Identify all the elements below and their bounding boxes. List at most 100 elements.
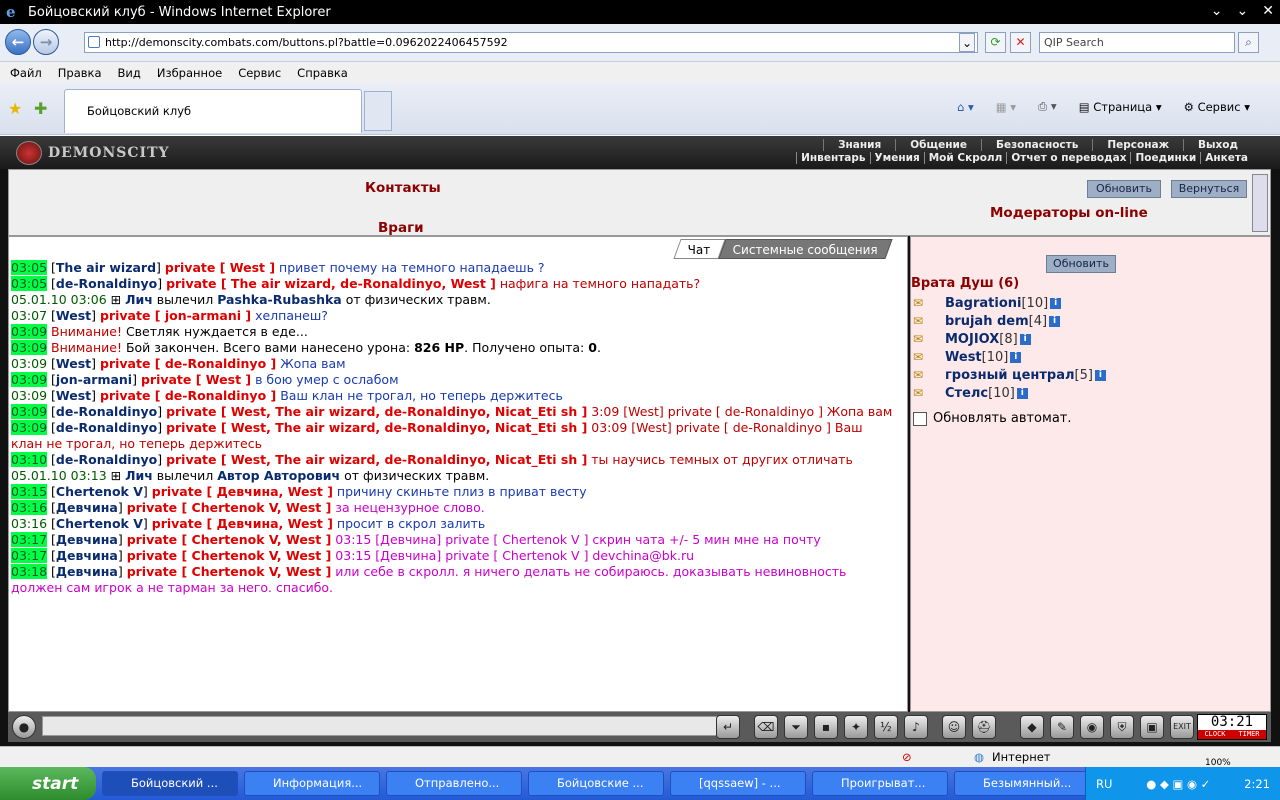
menu-battles[interactable]: Поединки — [1130, 152, 1200, 164]
private-recipients[interactable]: private [ de-Ronaldinyo ] — [100, 356, 276, 371]
private-recipients[interactable]: private [ Chertenok V, West ] — [127, 532, 332, 547]
search-icon[interactable]: ⌕ — [1238, 32, 1259, 53]
menu-tools[interactable]: Сервис — [238, 66, 281, 80]
menu-edit[interactable]: Правка — [58, 66, 102, 80]
info-icon[interactable]: i — [1016, 387, 1028, 399]
url-dropdown-icon[interactable]: ⌄ — [959, 33, 975, 52]
private-message-icon[interactable]: ✉ — [913, 368, 935, 382]
player-nick[interactable]: jon-armani — [56, 372, 132, 387]
player-nick[interactable]: West — [56, 356, 91, 371]
menu-favorites[interactable]: Избранное — [157, 66, 222, 80]
back-to-game-button[interactable]: Вернуться — [1171, 180, 1247, 198]
info-icon[interactable]: i — [1050, 297, 1062, 309]
private-recipients[interactable]: private [ Девчина, West ] — [152, 484, 333, 499]
users-refresh-button[interactable]: Обновить — [1046, 255, 1116, 273]
exit-icon[interactable]: EXIT — [1170, 715, 1194, 739]
player-nick[interactable]: Девчина — [56, 564, 118, 579]
menu-security[interactable]: Безопасность — [980, 139, 1092, 151]
menu-view[interactable]: Вид — [118, 66, 141, 80]
clear-icon[interactable]: ⌫ — [754, 715, 778, 739]
auto-refresh-row[interactable]: Обновлять автомат. — [913, 411, 1072, 426]
player-nick[interactable]: Лич — [125, 292, 153, 307]
player-nick[interactable]: Девчина — [56, 500, 118, 515]
page-menu[interactable]: ▤ Страница ▾ — [1079, 100, 1162, 114]
minimize-icon[interactable]: ⌄ — [1211, 3, 1223, 19]
info-icon[interactable]: i — [1049, 315, 1061, 327]
bag-icon[interactable]: ◆ — [1020, 715, 1044, 739]
scroll-icon[interactable]: ✎ — [1050, 715, 1074, 739]
private-recipients[interactable]: private [ Chertenok V, West ] — [127, 548, 332, 563]
private-recipients[interactable]: private [ jon-armani ] — [100, 308, 251, 323]
armor-icon[interactable]: ⛨ — [1110, 715, 1134, 739]
menu-transfers[interactable]: Отчет о переводах — [1006, 152, 1130, 164]
helmet-icon[interactable]: ⛑ — [972, 715, 996, 739]
private-recipients[interactable]: private [ West, The air wizard, de-Ronal… — [166, 452, 587, 467]
back-button[interactable]: ← — [5, 29, 31, 55]
private-recipients[interactable]: private [ West ] — [141, 372, 251, 387]
send-icon[interactable]: ↵ — [716, 715, 740, 739]
mask-icon[interactable]: ◉ — [1080, 715, 1104, 739]
menu-character[interactable]: Персонаж — [1092, 139, 1183, 151]
player-nick[interactable]: Девчина — [56, 532, 118, 547]
private-recipients[interactable]: private [ Chertenok V, West ] — [127, 500, 332, 515]
restore-icon[interactable]: ⌄ — [1237, 3, 1249, 19]
url-input[interactable]: http://demonscity.combats.com/buttons.pl… — [84, 32, 978, 53]
stop-icon[interactable]: ✕ — [1010, 32, 1031, 53]
auto-refresh-checkbox[interactable] — [913, 411, 927, 426]
new-tab-button[interactable] — [364, 91, 392, 131]
tab-chat[interactable]: Чат — [673, 239, 726, 259]
smiles-icon[interactable]: ☺ — [942, 715, 966, 739]
contacts-refresh-button[interactable]: Обновить — [1087, 180, 1161, 198]
user-row[interactable]: ✉ brujah dem [4] i — [913, 312, 1061, 330]
player-nick[interactable]: West — [56, 388, 91, 403]
translit-icon[interactable]: ½ — [874, 715, 898, 739]
menu-exit[interactable]: Выход — [1183, 139, 1252, 151]
user-name[interactable]: грозный централ — [945, 368, 1075, 383]
player-nick[interactable]: de-Ronaldinyo — [56, 452, 157, 467]
message-input[interactable] — [42, 716, 718, 736]
contacts-scrollbar[interactable] — [1252, 174, 1268, 232]
player-nick[interactable]: de-Ronaldinyo — [56, 276, 157, 291]
user-row[interactable]: ✉ грозный централ [5] i — [913, 366, 1106, 384]
close-icon[interactable]: ✕ — [1262, 3, 1274, 19]
private-message-icon[interactable]: ✉ — [913, 296, 935, 310]
save-icon[interactable]: ▪ — [814, 715, 838, 739]
private-message-icon[interactable]: ✉ — [913, 332, 935, 346]
taskbar-item[interactable]: Информация... — [244, 771, 380, 796]
menu-inventory[interactable]: Инвентарь — [796, 152, 869, 164]
info-icon[interactable]: i — [1094, 369, 1106, 381]
blocked-icon[interactable]: ⊘ — [902, 750, 912, 764]
private-message-icon[interactable]: ✉ — [913, 386, 935, 400]
feeds-icon[interactable]: ▦ ▾ — [996, 100, 1016, 114]
user-name[interactable]: brujah dem — [945, 314, 1029, 329]
taskbar-item[interactable]: Бойцовский ... — [102, 771, 238, 796]
language-indicator[interactable]: RU — [1096, 777, 1112, 791]
private-recipients[interactable]: private [ The air wizard, de-Ronaldinyo,… — [166, 276, 496, 291]
tools-menu[interactable]: ⚙ Сервис ▾ — [1184, 100, 1250, 114]
user-name[interactable]: West — [945, 350, 982, 365]
private-message-icon[interactable]: ✉ — [913, 314, 935, 328]
player-nick[interactable]: de-Ronaldinyo — [56, 420, 157, 435]
taskbar-item[interactable]: Безымянный... — [954, 771, 1090, 796]
player-nick[interactable]: de-Ronaldinyo — [56, 404, 157, 419]
menu-file[interactable]: Файл — [10, 66, 42, 80]
chat-mode-icon[interactable]: ● — [12, 715, 36, 739]
print-icon[interactable]: ⎙ ▾ — [1038, 99, 1057, 114]
tab-system-messages[interactable]: Системные сообщения — [718, 239, 893, 259]
favorites-star-icon[interactable]: ★ — [8, 99, 22, 118]
menu-skills[interactable]: Умения — [869, 152, 924, 164]
home-icon[interactable]: ⌂ ▾ — [957, 100, 974, 114]
user-row[interactable]: ✉ West [10] i — [913, 348, 1022, 366]
info-icon[interactable]: i — [1010, 351, 1022, 363]
player-nick[interactable]: Pashka-Rubashka — [217, 292, 342, 307]
private-recipients[interactable]: private [ West, The air wizard, de-Ronal… — [166, 420, 587, 435]
user-row[interactable]: ✉ Bagrationi [10] i — [913, 294, 1062, 312]
add-favorite-icon[interactable]: ✚ — [34, 99, 47, 118]
taskbar-item[interactable]: Бойцовские ... — [528, 771, 664, 796]
menu-scroll[interactable]: Мой Скролл — [923, 152, 1007, 164]
player-nick[interactable]: Автор Авторович — [217, 468, 340, 483]
filter-icon[interactable]: ⏷ — [784, 715, 808, 739]
user-name[interactable]: Стелс — [945, 386, 988, 401]
private-recipients[interactable]: private [ West, The air wizard, de-Ronal… — [166, 404, 587, 419]
menu-profile[interactable]: Анкета — [1200, 152, 1252, 164]
